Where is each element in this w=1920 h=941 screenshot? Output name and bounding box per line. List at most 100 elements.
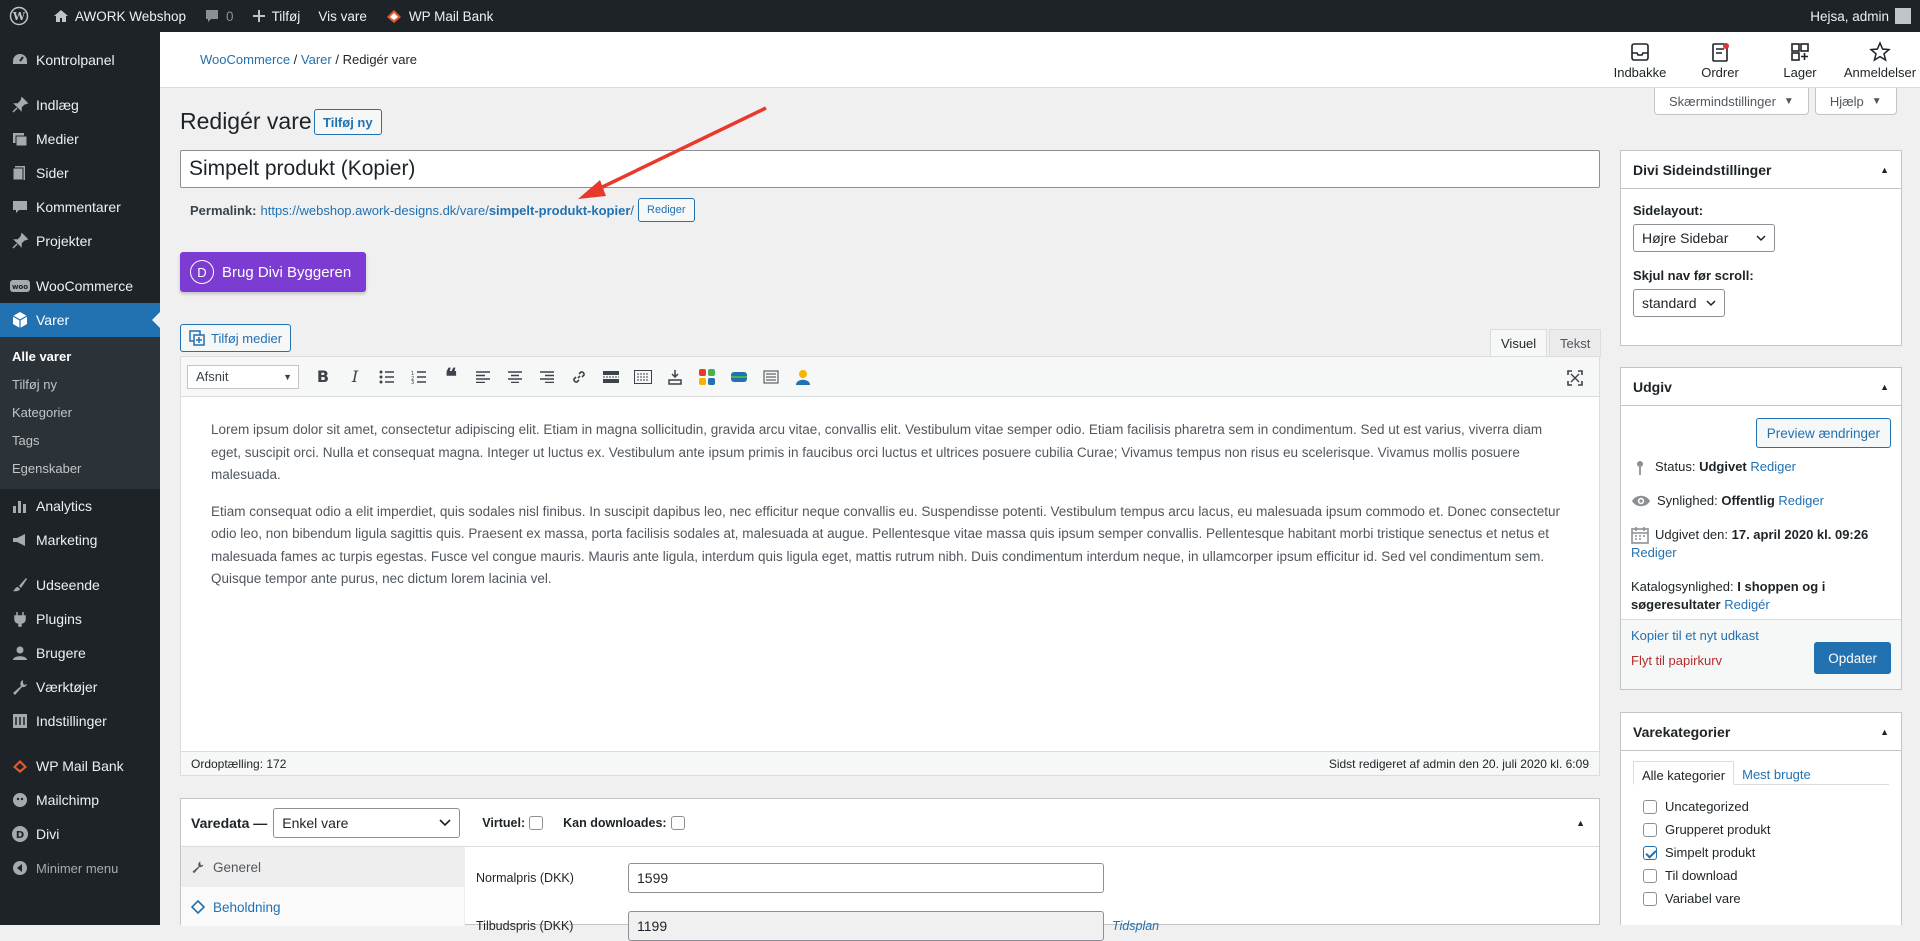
menu-mailbank[interactable]: WP Mail Bank: [0, 749, 160, 783]
virtual-checkbox[interactable]: [529, 815, 544, 830]
menu-marketing[interactable]: Marketing: [0, 523, 160, 557]
submenu-add-new[interactable]: Tilføj ny: [0, 371, 160, 399]
category-item[interactable]: Uncategorized: [1621, 795, 1901, 818]
tab-most-used[interactable]: Mest brugte: [1734, 761, 1819, 784]
menu-woocommerce[interactable]: woo WooCommerce: [0, 269, 160, 303]
colorful-grid-icon[interactable]: [691, 362, 723, 392]
category-checkbox[interactable]: [1643, 799, 1657, 814]
category-item[interactable]: Til download: [1621, 864, 1901, 887]
menu-plugins[interactable]: Plugins: [0, 602, 160, 636]
toggle-arrow-icon[interactable]: ▲: [1880, 382, 1889, 392]
menu-users[interactable]: Brugere: [0, 636, 160, 670]
site-name-link[interactable]: AWORK Webshop: [44, 0, 195, 32]
wc-reviews-button[interactable]: Anmeldelser: [1840, 32, 1920, 88]
menu-products[interactable]: Varer: [0, 303, 160, 337]
menu-analytics[interactable]: Analytics: [0, 489, 160, 523]
schedule-link[interactable]: Tidsplan: [1112, 919, 1159, 933]
italic-icon[interactable]: I: [339, 362, 371, 392]
menu-tools[interactable]: Værktøjer: [0, 670, 160, 704]
add-new-button[interactable]: Tilføj ny: [314, 109, 382, 135]
menu-mailchimp[interactable]: Mailchimp: [0, 783, 160, 817]
edit-catalog-link[interactable]: Redigér: [1724, 597, 1770, 612]
new-content-link[interactable]: Tilføj: [243, 0, 310, 32]
tab-general[interactable]: Generel: [181, 847, 464, 887]
menu-projects[interactable]: Projekter: [0, 224, 160, 258]
category-checkbox[interactable]: [1643, 891, 1657, 906]
mailbank-link[interactable]: WP Mail Bank: [376, 0, 503, 32]
toggle-arrow-icon[interactable]: ▲: [1880, 165, 1889, 175]
tab-inventory[interactable]: Beholdning: [181, 887, 464, 927]
wc-inbox-button[interactable]: Indbakke: [1600, 32, 1680, 88]
bullet-list-icon[interactable]: [371, 362, 403, 392]
submenu-tags[interactable]: Tags: [0, 427, 160, 455]
menu-dashboard[interactable]: Kontrolpanel: [0, 43, 160, 77]
tab-all-categories[interactable]: Alle kategorier: [1633, 761, 1735, 785]
toggle-arrow-icon[interactable]: ▲: [1880, 727, 1889, 737]
edit-status-link[interactable]: Rediger: [1750, 459, 1796, 474]
menu-media[interactable]: Medier: [0, 122, 160, 156]
wc-orders-button[interactable]: Ordrer: [1680, 32, 1760, 88]
menu-pages[interactable]: Sider: [0, 156, 160, 190]
collapse-menu-button[interactable]: Minimer menu: [0, 851, 160, 885]
submenu-all-products[interactable]: Alle varer: [0, 343, 160, 371]
align-right-icon[interactable]: [531, 362, 563, 392]
tab-text[interactable]: Tekst: [1549, 329, 1602, 357]
nav-scroll-select[interactable]: standard: [1633, 289, 1725, 317]
add-media-button[interactable]: Tilføj medier: [180, 324, 292, 352]
columns-icon[interactable]: [755, 362, 787, 392]
button-shortcode-icon[interactable]: [723, 362, 755, 392]
breadcrumb-woocommerce[interactable]: WooCommerce: [200, 52, 290, 67]
menu-divi[interactable]: D Divi: [0, 817, 160, 851]
align-center-icon[interactable]: [499, 362, 531, 392]
move-to-trash-link[interactable]: Flyt til papirkurv: [1631, 653, 1722, 668]
layout-select[interactable]: Højre Sidebar: [1633, 224, 1775, 252]
comments-link[interactable]: 0: [195, 0, 243, 32]
align-left-icon[interactable]: [467, 362, 499, 392]
tab-visual[interactable]: Visuel: [1490, 329, 1548, 357]
fullscreen-icon[interactable]: [1559, 363, 1591, 393]
user-lock-icon[interactable]: [787, 362, 819, 392]
help-button[interactable]: Hjælp ▼: [1814, 88, 1897, 115]
submenu-categories[interactable]: Kategorier: [0, 399, 160, 427]
breadcrumb-products[interactable]: Varer: [301, 52, 332, 67]
menu-settings[interactable]: Indstillinger: [0, 704, 160, 738]
categories-header[interactable]: Varekategorier ▲: [1621, 713, 1901, 751]
edit-visibility-link[interactable]: Rediger: [1778, 493, 1824, 508]
category-checkbox[interactable]: [1643, 868, 1657, 883]
menu-posts[interactable]: Indlæg: [0, 88, 160, 122]
divi-settings-header[interactable]: Divi Sideindstillinger ▲: [1621, 151, 1901, 189]
format-select[interactable]: Afsnit ▼: [187, 364, 299, 389]
category-checkbox[interactable]: [1643, 845, 1657, 860]
publish-header[interactable]: Udgiv ▲: [1621, 368, 1901, 406]
category-item[interactable]: Simpelt produkt: [1621, 841, 1901, 864]
copy-draft-link[interactable]: Kopier til et nyt udkast: [1631, 628, 1759, 643]
downloadable-checkbox[interactable]: [670, 815, 685, 830]
divi-builder-button[interactable]: D Brug Divi Byggeren: [180, 252, 366, 292]
numbered-list-icon[interactable]: 123: [403, 362, 435, 392]
wc-stock-button[interactable]: Lager: [1760, 32, 1840, 88]
category-checkbox[interactable]: [1643, 822, 1657, 837]
toolbar-toggle-icon[interactable]: [627, 362, 659, 392]
menu-appearance[interactable]: Udseende: [0, 568, 160, 602]
preview-changes-button[interactable]: Preview ændringer: [1755, 418, 1891, 448]
bold-icon[interactable]: B: [307, 362, 339, 392]
view-product-link[interactable]: Vis vare: [309, 0, 376, 32]
sale-price-input[interactable]: 1199: [628, 911, 1104, 941]
blockquote-icon[interactable]: ❝: [435, 362, 467, 392]
product-type-select[interactable]: Enkel vare: [273, 807, 461, 838]
category-item[interactable]: Variabel vare: [1621, 887, 1901, 910]
regular-price-input[interactable]: 1599: [628, 863, 1104, 893]
link-icon[interactable]: [563, 362, 595, 392]
menu-comments[interactable]: Kommentarer: [0, 190, 160, 224]
toggle-arrow-icon[interactable]: ▲: [1576, 818, 1585, 828]
edit-date-link[interactable]: Rediger: [1631, 545, 1677, 560]
submenu-attributes[interactable]: Egenskaber: [0, 455, 160, 483]
screen-options-button[interactable]: Skærmindstillinger ▼: [1654, 88, 1809, 115]
my-account-link[interactable]: Hejsa, admin: [1801, 0, 1920, 32]
wordpress-logo-icon[interactable]: W: [0, 0, 44, 32]
update-button[interactable]: Opdater: [1814, 642, 1891, 674]
read-more-icon[interactable]: [595, 362, 627, 392]
editor-content[interactable]: Lorem ipsum dolor sit amet, consectetur …: [181, 397, 1599, 591]
category-item[interactable]: Grupperet produkt: [1621, 818, 1901, 841]
insert-shortcode-icon[interactable]: [659, 362, 691, 392]
